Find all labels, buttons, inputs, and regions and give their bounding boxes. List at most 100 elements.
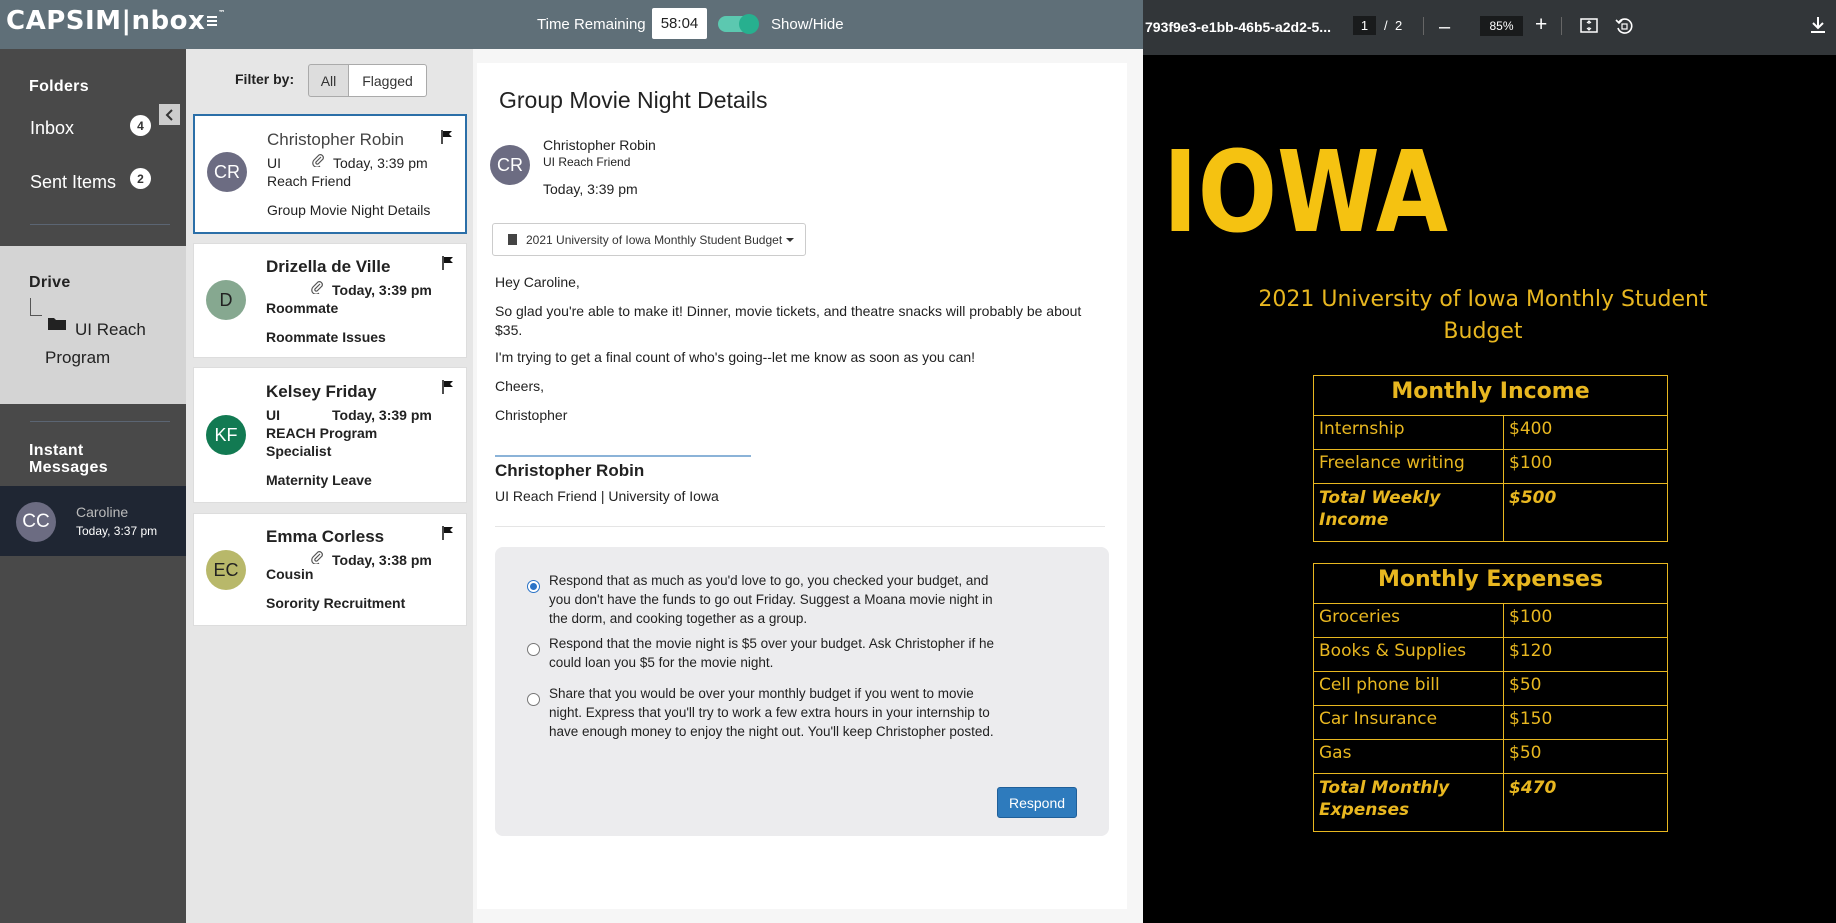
table-total-row: Total Weekly Income $500 [1313, 483, 1668, 542]
message-time: Today, 3:39 pm [543, 181, 638, 197]
flag-icon[interactable] [442, 256, 454, 270]
response-option-text[interactable]: Respond that the movie night is $5 over … [549, 634, 999, 672]
sender-role: UI [267, 155, 281, 171]
message-body-line: Christopher [495, 407, 568, 423]
flag-icon[interactable] [442, 380, 454, 394]
table-row: Gas $50 [1313, 739, 1668, 774]
table-row: Freelance writing $100 [1313, 449, 1668, 484]
respond-button[interactable]: Respond [997, 787, 1077, 818]
zoom-in-button[interactable]: + [1535, 13, 1547, 37]
table-cell: Internship [1313, 415, 1504, 450]
tree-connector [30, 298, 42, 316]
message-body-line: So glad you're able to make it! Dinner, … [495, 303, 1082, 338]
collapse-sidebar-button[interactable] [159, 104, 180, 125]
im-contact-name: Caroline [76, 504, 129, 520]
sender-name: Emma Corless [266, 527, 385, 546]
divider [495, 526, 1105, 527]
caret-down-icon [786, 237, 795, 242]
response-radio-3[interactable] [527, 693, 540, 706]
zoom-out-button[interactable]: – [1439, 16, 1450, 39]
avatar: KF [206, 415, 246, 455]
monthly-expenses-table: Monthly Expenses Groceries $100 Books & S… [1313, 563, 1668, 832]
pdf-page-input[interactable]: 1 [1353, 16, 1376, 35]
logo-text: CAPSIM|nbox [6, 6, 206, 36]
table-row: Internship $400 [1313, 415, 1668, 450]
iowa-wordmark: IOWA [1163, 139, 1448, 237]
attachment-name: 2021 University of Iowa Monthly Student … [526, 232, 783, 247]
paperclip-icon [311, 551, 323, 564]
message-subject: Group Movie Night Details [267, 202, 431, 218]
top-bar: CAPSIM|nbox ™ Time Remaining 58:04 Show/… [0, 0, 1143, 49]
table-cell: Gas [1313, 739, 1504, 774]
table-title: Monthly Income [1313, 375, 1668, 416]
toggle-knob[interactable] [739, 14, 759, 34]
message-view: Group Movie Night Details CR Christopher… [477, 63, 1127, 909]
budget-heading: 2021 University of Iowa Monthly Student … [1258, 287, 1708, 344]
table-cell: Groceries [1313, 603, 1504, 638]
sender-role: Roommate [266, 300, 339, 316]
sent-count-badge: 2 [130, 168, 151, 189]
pdf-toolbar: 793f9e3-e1bb-46b5-a2d2-5... 1 / 2 – 85% … [1143, 0, 1836, 55]
response-option-text[interactable]: Share that you would be over your monthl… [549, 684, 999, 741]
message-body-line: I'm trying to get a final count of who's… [495, 349, 976, 365]
download-icon[interactable] [1811, 17, 1825, 33]
message-subject-heading: Group Movie Night Details [499, 87, 768, 113]
message-body-line: Hey Caroline, [495, 274, 580, 290]
sender-name: Drizella de Ville [266, 257, 391, 276]
message-subject: Roommate Issues [266, 329, 386, 345]
filter-all-button[interactable]: All [308, 64, 349, 97]
message-detail: Group Movie Night Details CR Christopher… [473, 49, 1143, 923]
message-subject: Maternity Leave [266, 472, 372, 488]
response-options: Respond that as much as you'd love to go… [495, 547, 1109, 836]
table-row: Books & Supplies $120 [1313, 637, 1668, 672]
signature-name: Christopher Robin [495, 461, 645, 480]
filter-flagged-button[interactable]: Flagged [348, 64, 427, 97]
instant-messages-title: Instant Messages [29, 442, 108, 476]
response-radio-1[interactable] [527, 580, 540, 593]
drive-title: Drive [29, 274, 71, 291]
fit-to-page-icon[interactable] [1580, 18, 1598, 33]
message-item-emma-corless[interactable]: EC Emma Corless Today, 3:38 pm Cousin So… [193, 513, 467, 626]
document-icon [508, 234, 517, 245]
sender-role: REACH Program [266, 425, 378, 441]
im-conversation-caroline[interactable]: CC Caroline Today, 3:37 pm [0, 486, 186, 556]
monthly-income-table: Monthly Income Internship $400 Freelance … [1313, 375, 1668, 542]
signature-divider [495, 455, 751, 457]
avatar: D [206, 280, 246, 320]
drive-section: Drive UI Reach Program [0, 246, 186, 404]
pdf-page-total: 2 [1395, 18, 1403, 33]
table-cell: $50 [1503, 739, 1668, 774]
flag-icon[interactable] [441, 130, 453, 144]
sender-role: UI Reach Friend [543, 155, 631, 169]
sender-name: Christopher Robin [543, 137, 656, 153]
attachment-dropdown[interactable]: 2021 University of Iowa Monthly Student … [492, 223, 806, 256]
flag-icon[interactable] [442, 526, 454, 540]
chevron-left-icon[interactable] [165, 108, 175, 121]
table-cell: Total Monthly Expenses [1313, 773, 1504, 832]
zoom-level-input[interactable]: 85% [1480, 16, 1523, 36]
drive-item-ui-reach-program[interactable]: UI Reach Program [45, 316, 180, 372]
sender-role: UI [266, 407, 280, 423]
message-list: Filter by: All Flagged CR Christopher Ro… [186, 49, 473, 923]
response-radio-2[interactable] [527, 643, 540, 656]
message-body-line: Cheers, [495, 378, 545, 394]
rotate-icon[interactable] [1615, 17, 1633, 35]
message-item-christopher-robin[interactable]: CR Christopher Robin UI Today, 3:39 pm R… [193, 114, 467, 234]
folder-sent-items[interactable]: Sent Items [30, 172, 116, 193]
message-item-kelsey-friday[interactable]: KF Kelsey Friday UI Today, 3:39 pm REACH… [193, 367, 467, 503]
folder-inbox[interactable]: Inbox [30, 118, 74, 139]
time-remaining-value: 58:04 [652, 8, 707, 39]
time-remaining-label: Time Remaining [537, 16, 646, 33]
sidebar-divider [30, 421, 170, 422]
table-cell: $50 [1503, 671, 1668, 706]
show-hide-toggle[interactable] [718, 14, 759, 34]
pdf-title: 793f9e3-e1bb-46b5-a2d2-5... [1145, 19, 1331, 35]
show-hide-label: Show/Hide [771, 16, 844, 33]
paperclip-icon [311, 281, 323, 294]
response-option-text[interactable]: Respond that as much as you'd love to go… [549, 571, 999, 628]
table-header-row: Monthly Income [1313, 375, 1668, 416]
message-item-drizella-de-ville[interactable]: D Drizella de Ville Today, 3:39 pm Roomm… [193, 243, 467, 358]
table-row: Car Insurance $150 [1313, 705, 1668, 740]
table-cell: Freelance writing [1313, 449, 1504, 484]
table-cell: $120 [1503, 637, 1668, 672]
